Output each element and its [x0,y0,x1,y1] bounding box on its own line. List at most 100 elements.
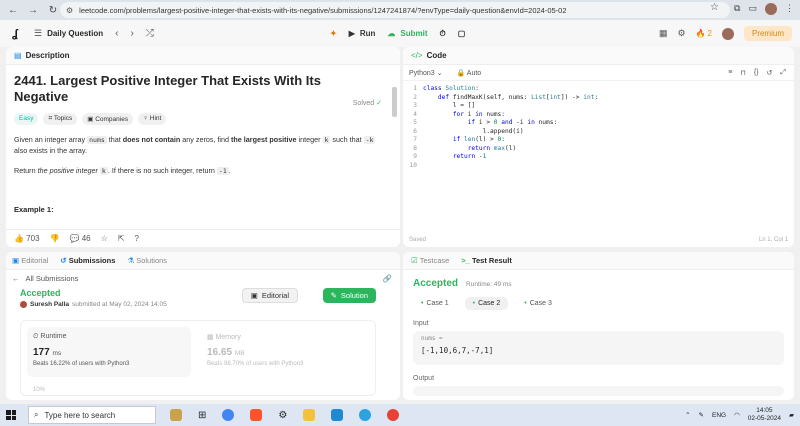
explorer-app-icon[interactable] [170,409,182,421]
submit-button[interactable]: ☁ Submit [387,29,427,38]
tab-editorial[interactable]: ▣ Editorial [12,256,48,265]
input-box: nums = [-1,10,6,7,-7,1] [413,331,784,365]
wifi-icon[interactable]: ◠ [734,411,740,419]
timer-icon[interactable]: ⏱ [440,29,446,39]
shuffle-icon[interactable]: ⤮ [146,28,154,39]
editorial-button[interactable]: ▣ Editorial [241,288,298,303]
layout-grid-icon[interactable]: ▦ [659,28,668,39]
pen-icon[interactable]: ✎ [699,411,704,419]
output-box [413,386,784,396]
submit-label: Submit [400,29,428,38]
runtime-card[interactable]: ⏲ Runtime 177 ms Beats 16.22% of users w… [27,327,191,377]
reset-icon[interactable]: ↺ [767,69,773,77]
task-view-icon[interactable]: ⊞ [198,410,206,421]
telegram-app-icon[interactable] [359,409,372,421]
windows-start-icon[interactable] [6,410,16,420]
book-icon: ▣ [250,291,258,300]
tab-test-result[interactable]: >_ Test Result [461,256,512,265]
format-icon[interactable]: ≡ [728,69,732,77]
solved-label: Solved [352,100,375,107]
fire-icon: 🔥 [695,29,706,38]
all-submissions-link[interactable]: ← All Submissions 🔗 [6,270,400,286]
input-language[interactable]: ENG [712,412,726,419]
back-arrow-icon[interactable]: ← [6,3,20,17]
user-avatar[interactable] [721,27,734,40]
code-editor[interactable]: 1 class Solution: 2 def findMaxK(self, nu… [403,81,794,231]
sidebar-icon[interactable]: ▭ [748,3,757,15]
tab-testcase[interactable]: ☑ Testcase [411,256,449,265]
site-info-icon[interactable]: ⚙ [66,6,73,15]
daily-question-link[interactable]: Daily Question [47,29,103,38]
chrome-color-app-icon[interactable] [222,409,235,421]
bookmark-star-icon[interactable]: ☆ [710,2,719,13]
difficulty-chip[interactable]: Easy [14,113,39,125]
browser-toolbar: ← → ↻ ⚙ leetcode.com/problems/largest-po… [0,0,800,20]
auto-mode[interactable]: 🔒 Auto [457,69,482,77]
clock-date: 02-05-2024 [747,415,781,422]
leetcode-logo[interactable]: ʆ [12,28,22,40]
braces-icon[interactable]: {} [754,69,759,77]
next-question-icon[interactable]: › [130,28,133,39]
premium-button[interactable]: Premium [743,26,792,41]
problem-statement: Given an integer array nums that does no… [14,135,376,155]
help-icon[interactable]: ? [135,234,139,243]
profile-avatar[interactable] [765,3,777,15]
streak-count: 2 [707,29,712,38]
link-icon[interactable]: 🔗 [383,274,392,283]
fullscreen-icon[interactable]: ⤢ [780,69,786,77]
tab-submissions[interactable]: ↺ Submissions [60,256,115,265]
extensions-icon[interactable]: ⧉ [734,3,740,15]
bookmark-icon[interactable]: ⊓ [740,69,745,77]
hint-chip[interactable]: ♀ Hint [138,113,167,125]
like-button[interactable]: 👍 703 [14,234,40,243]
tray-chevron-icon[interactable]: ⌃ [685,411,690,419]
submitter-name[interactable]: Suresh Palla [30,301,69,308]
reload-icon[interactable]: ↻ [46,3,60,17]
vscode-app-icon[interactable] [331,409,344,421]
prev-question-icon[interactable]: ‹ [115,28,118,39]
chrome-app-icon[interactable] [387,409,400,421]
code-line: 7 if len(l) > 0: [413,136,506,143]
settings-app-icon[interactable]: ⚙ [278,410,287,421]
taskbar-search[interactable]: ⌕ Type here to search [28,406,156,424]
favorite-star-icon[interactable]: ☆ [101,234,108,243]
problem-title[interactable]: 2441. Largest Positive Integer That Exis… [14,73,334,105]
pass-dot-icon: • [524,300,527,307]
tab-submissions-label: Submissions [68,256,116,265]
run-button[interactable]: ▶ Run [349,29,376,38]
settings-gear-icon[interactable]: ⚙ [677,28,685,39]
brave-app-icon[interactable] [250,409,263,421]
debug-icon[interactable]: ✦ [330,29,337,38]
notes-icon[interactable]: ▢ [458,29,466,38]
forward-arrow-icon[interactable]: → [26,3,40,17]
case-2-tab[interactable]: • Case 2 [464,297,509,310]
clock[interactable]: 14:05 02-05-2024 [748,407,781,423]
topics-chip[interactable]: ⌗ Topics [43,113,78,125]
hint-label: Hint [149,115,162,122]
description-scrollbar[interactable] [392,87,397,117]
solution-button[interactable]: ✎ Solution [322,288,376,303]
code-line: 6 l.append(i) [413,127,524,135]
memory-card[interactable]: ▦ Memory 16.65 MB Beats 98.70% of users … [201,327,365,377]
language-select[interactable]: Python3 ⌄ [409,69,443,77]
notifications-icon[interactable]: ▰ [789,411,794,419]
tab-solutions[interactable]: ⚗ Solutions [127,256,167,265]
description-tab[interactable]: Description [26,51,70,60]
url-text: leetcode.com/problems/largest-positive-i… [79,5,567,15]
thumbs-down-icon[interactable]: 👎 [50,234,60,243]
leetcode-navbar: ʆ ☰ Daily Question ‹ › ⤮ ✦ ▶ Run ☁ Submit … [0,20,800,47]
address-bar[interactable]: ⚙ leetcode.com/problems/largest-positive… [60,2,730,18]
case-1-tab[interactable]: • Case 1 [413,297,457,310]
code-line: 1 class Solution: [413,85,479,92]
code-tab[interactable]: Code [427,51,447,60]
menu-kebab-icon[interactable]: ⋮ [785,3,794,15]
clock-time: 14:05 [756,407,773,414]
companies-chip[interactable]: ▣ Companies [82,113,134,125]
description-footer: 👍 703 👎 💬 46 ☆ ⇱ ? [6,229,400,247]
share-icon[interactable]: ⇱ [118,234,125,243]
comments-button[interactable]: 💬 46 [70,234,91,243]
case-3-tab[interactable]: • Case 3 [516,297,560,310]
streak-counter[interactable]: 🔥 2 [696,29,712,38]
description-icon: ▤ [14,51,22,60]
file-explorer-icon[interactable] [303,409,316,421]
